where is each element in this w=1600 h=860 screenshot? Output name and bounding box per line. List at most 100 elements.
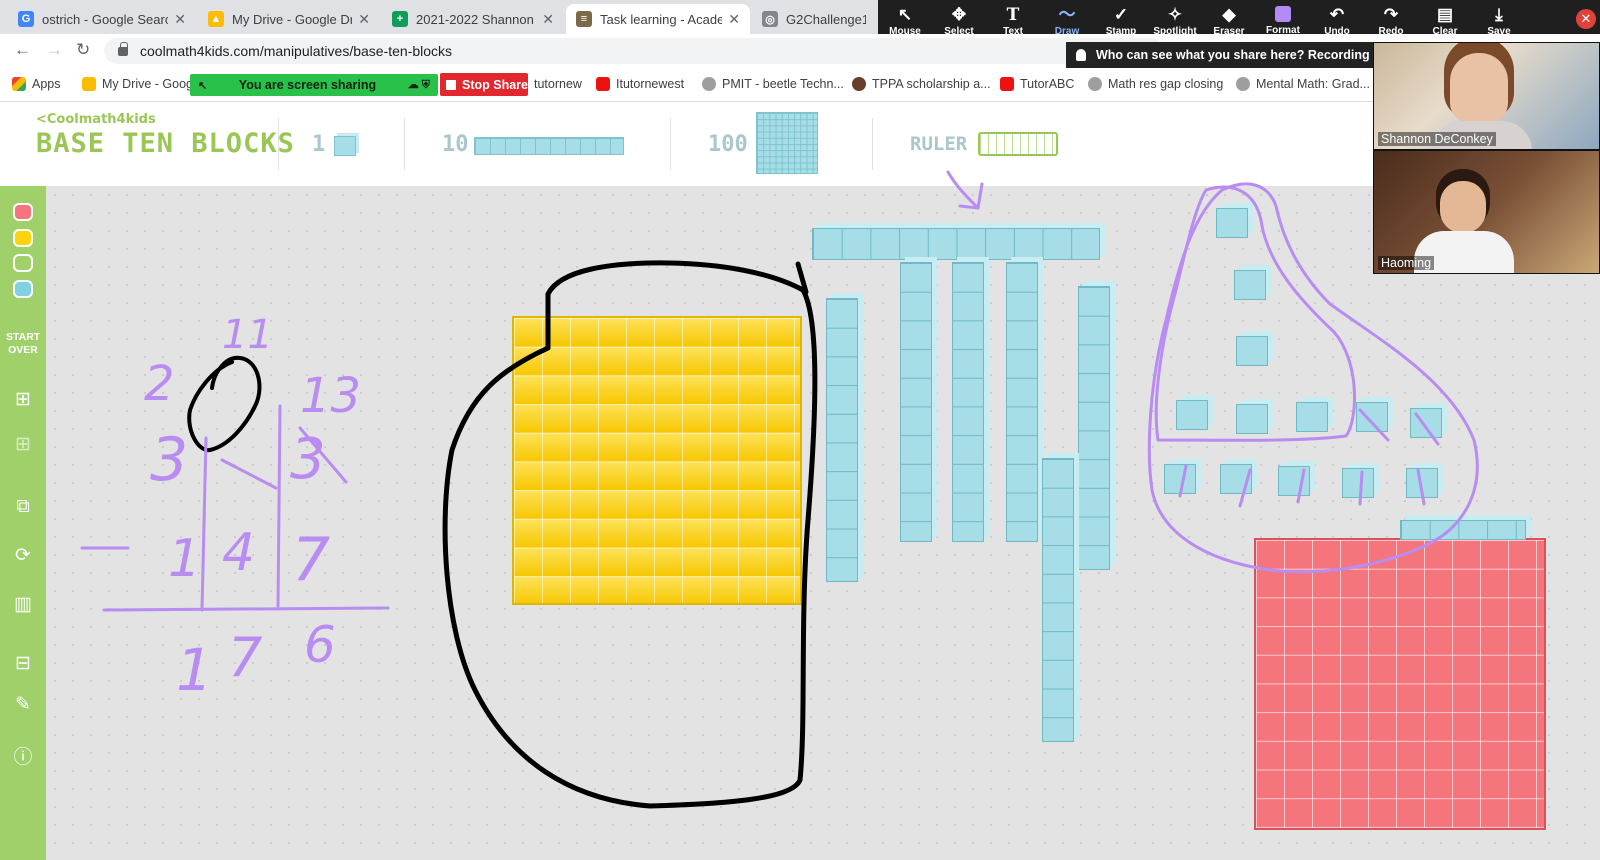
browser-tab-g2challenge[interactable]: ◎ G2Challenge1- xyxy=(752,4,876,34)
color-green-button[interactable] xyxy=(13,254,33,272)
divider xyxy=(278,118,279,170)
browser-tab-drive[interactable]: ▲ My Drive - Google Drive ✕ xyxy=(198,4,380,34)
start-over-button[interactable]: START OVER xyxy=(0,331,46,357)
ones-cube[interactable] xyxy=(1406,468,1438,498)
tens-rod-vertical[interactable] xyxy=(826,298,858,582)
share-arrow-icon: ↖ xyxy=(198,79,208,92)
rotate-icon[interactable]: ⟳ xyxy=(11,544,35,568)
divider xyxy=(670,118,671,170)
split-icon[interactable]: ⊟ xyxy=(11,652,35,676)
back-arrow-icon[interactable]: ← xyxy=(14,40,31,60)
color-red-button[interactable] xyxy=(13,203,33,221)
bookmark-tppa[interactable]: TPPA scholarship a... xyxy=(852,77,991,91)
app-header: <Coolmath4kids BASE TEN BLOCKS 1 10 100 … xyxy=(0,102,1600,186)
move-icon: ✥ xyxy=(951,4,967,24)
ones-cube[interactable] xyxy=(1296,402,1328,432)
pencil-icon[interactable]: ✎ xyxy=(11,693,35,717)
draw-icon: 〜 xyxy=(1058,4,1076,24)
stop-share-button[interactable]: Stop Share xyxy=(440,73,528,96)
close-tab-icon[interactable]: ✕ xyxy=(542,11,554,28)
ungroup-icon[interactable]: ⊞ xyxy=(11,433,35,457)
close-tab-icon[interactable]: ✕ xyxy=(174,11,186,28)
help-icon[interactable]: ⓘ xyxy=(11,746,35,770)
ones-cube[interactable] xyxy=(1176,400,1208,430)
tens-rod-vertical[interactable] xyxy=(1006,262,1038,542)
close-tab-icon[interactable]: ✕ xyxy=(358,11,370,28)
close-tab-icon[interactable]: ✕ xyxy=(728,11,740,28)
video-tile-haoming[interactable]: Haoming xyxy=(1373,150,1600,274)
hundreds-flat-red[interactable] xyxy=(1254,538,1546,830)
bookmark-apps[interactable]: Apps xyxy=(12,77,61,91)
google-icon: G xyxy=(18,11,34,27)
ones-block-source[interactable] xyxy=(334,136,356,156)
ones-cube[interactable] xyxy=(1236,404,1268,434)
tens-rod-source[interactable] xyxy=(474,137,624,155)
tab-title: Task learning - Academ xyxy=(600,11,723,27)
ones-cube[interactable] xyxy=(1164,464,1196,494)
bookmark-label: Mental Math: Grad... xyxy=(1256,77,1370,91)
tens-rod-vertical[interactable] xyxy=(1078,286,1110,570)
tens-rod-vertical[interactable] xyxy=(1042,458,1074,742)
tens-rod-vertical[interactable] xyxy=(900,262,932,542)
ones-cube[interactable] xyxy=(1216,208,1248,238)
bookmark-label: Itutornewest xyxy=(616,77,685,91)
bookmark-label: Apps xyxy=(32,77,61,91)
cloud-shield-icon: ☁ ⛨ xyxy=(407,79,430,91)
coolmath-back-link[interactable]: <Coolmath4kids xyxy=(36,112,156,127)
color-yellow-button[interactable] xyxy=(13,229,33,247)
drive-icon: ▲ xyxy=(208,11,224,27)
cursor-icon: ↖ xyxy=(897,4,913,24)
ones-cube[interactable] xyxy=(1236,336,1268,366)
ones-cube[interactable] xyxy=(1220,464,1252,494)
trash-icon[interactable]: ▥ xyxy=(11,593,35,617)
video-tile-shannon[interactable]: Shannon DeConkey xyxy=(1373,42,1600,150)
bookmark-math-res[interactable]: Math res gap closing xyxy=(1088,77,1223,91)
tens-rod-horizontal[interactable] xyxy=(1400,520,1526,540)
person-icon xyxy=(1076,49,1086,61)
forward-arrow-icon[interactable]: → xyxy=(46,40,63,60)
ones-cube[interactable] xyxy=(1234,270,1266,300)
spotlight-icon: ✧ xyxy=(1167,4,1183,24)
url-text: coolmath4kids.com/manipulatives/base-ten… xyxy=(140,43,453,59)
bookmark-pmit[interactable]: PMIT - beetle Techn... xyxy=(702,77,844,91)
trash-icon: ▤ xyxy=(1436,4,1454,24)
browser-tab-google[interactable]: G ostrich - Google Search ✕ xyxy=(8,4,196,34)
bookmark-itutornewest[interactable]: Itutornewest xyxy=(596,77,684,91)
save-icon: ⤓ xyxy=(1495,4,1503,24)
browser-tab-task-learning[interactable]: ≡ Task learning - Academ ✕ xyxy=(566,4,750,34)
hundreds-flat-label: 100 xyxy=(708,132,748,157)
globe-icon xyxy=(1088,77,1102,91)
bookmark-tutornew[interactable]: tutornew xyxy=(534,77,582,91)
hundreds-flat-yellow[interactable] xyxy=(512,316,802,605)
ones-cube[interactable] xyxy=(1278,466,1310,496)
text-icon: T xyxy=(1006,4,1020,25)
url-field[interactable]: coolmath4kids.com/manipulatives/base-ten… xyxy=(104,38,1164,64)
tens-rod-vertical[interactable] xyxy=(952,262,984,542)
i-bookmark-icon xyxy=(1000,77,1014,91)
globe-icon: ◎ xyxy=(762,11,778,27)
format-color-swatch xyxy=(1275,6,1291,22)
close-toolbar-icon[interactable]: ✕ xyxy=(1576,9,1596,29)
bookmark-mental-math[interactable]: Mental Math: Grad... xyxy=(1236,77,1370,91)
ones-cube[interactable] xyxy=(1342,468,1374,498)
sheets-icon: + xyxy=(392,11,408,27)
ones-cube[interactable] xyxy=(1356,402,1388,432)
group-icon[interactable]: ⊞ xyxy=(11,388,35,412)
ones-cube[interactable] xyxy=(1410,408,1442,438)
bookmark-tutorabc[interactable]: TutorABC xyxy=(1000,77,1074,91)
reload-icon[interactable]: ↻ xyxy=(76,40,90,60)
share-visibility-notice[interactable]: Who can see what you share here? Recordi… xyxy=(1066,42,1396,68)
share-notice-text: Who can see what you share here? Recordi… xyxy=(1096,48,1391,62)
screen-sharing-indicator[interactable]: ↖ You are screen sharing ☁ ⛨ xyxy=(190,74,438,96)
ones-block-label: 1 xyxy=(312,132,326,157)
duplicate-icon[interactable]: ⧉ xyxy=(11,495,35,519)
participant-silhouette xyxy=(1450,53,1508,123)
browser-tab-sheets[interactable]: + 2021-2022 Shannon De ✕ xyxy=(382,4,564,34)
ruler-tool[interactable] xyxy=(978,132,1058,156)
tens-rod-horizontal[interactable] xyxy=(812,228,1100,260)
hundreds-flat-source[interactable] xyxy=(756,112,818,174)
tab-title: My Drive - Google Drive xyxy=(232,11,353,27)
bookmark-my-drive[interactable]: My Drive - Goog xyxy=(82,77,193,91)
color-blue-button[interactable] xyxy=(13,280,33,298)
globe-icon xyxy=(1236,77,1250,91)
